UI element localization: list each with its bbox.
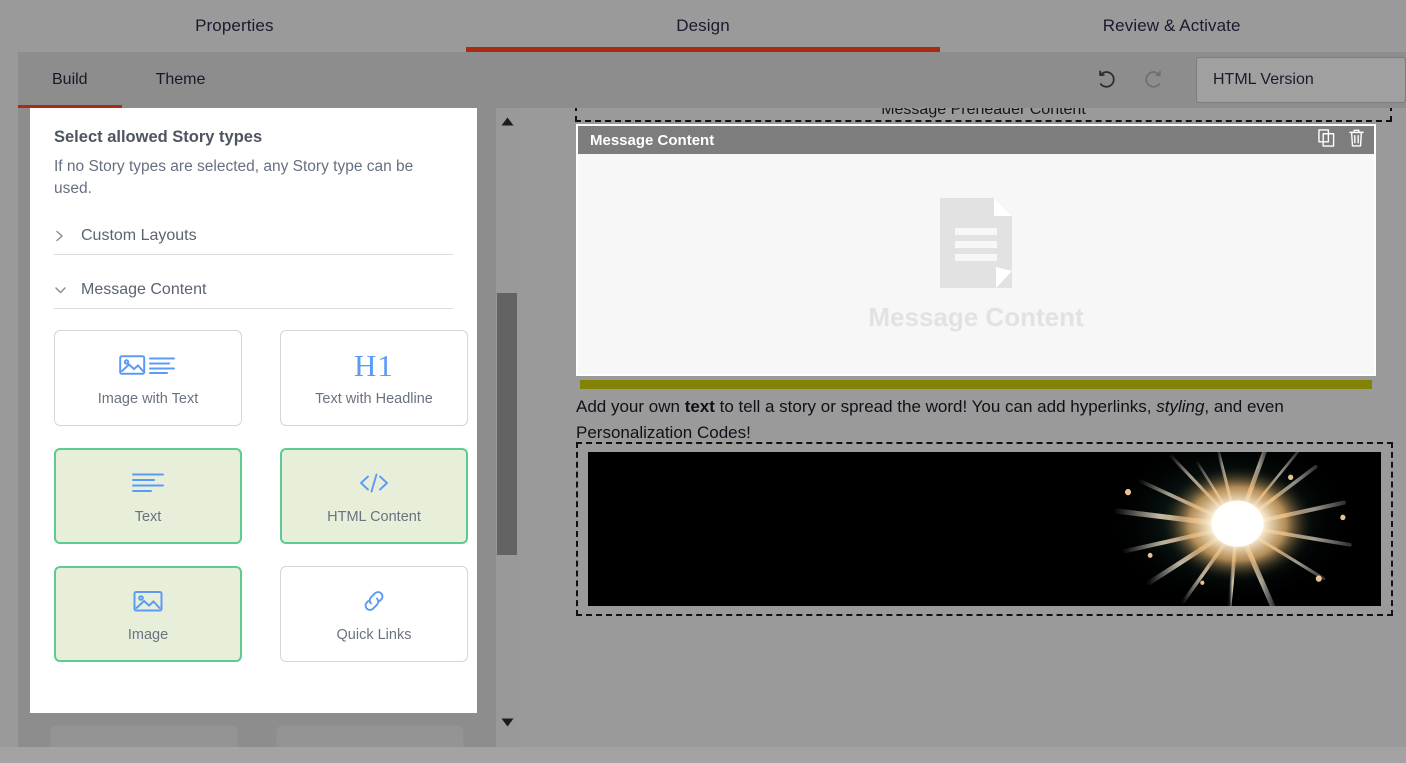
chevron-down-icon: [54, 284, 67, 296]
story-type-card-label: Text: [135, 509, 162, 525]
message-content-block-header: Message Content: [578, 126, 1374, 154]
panel-title: Select allowed Story types: [54, 128, 453, 147]
story-type-card-html-content[interactable]: HTML Content: [280, 448, 468, 544]
sparkler-fireworks-image: [588, 452, 1381, 606]
story-type-card-label: Image: [128, 627, 168, 643]
image-story-block[interactable]: [576, 442, 1393, 616]
tab-theme-label: Theme: [156, 71, 206, 89]
story-type-card-text-with-headline[interactable]: H1 Text with Headline: [280, 330, 468, 426]
build-panel-column: Select allowed Story types If no Story t…: [18, 108, 518, 747]
wizard-tab-design-label: Design: [676, 16, 730, 36]
h1-icon: H1: [354, 348, 394, 382]
wizard-step-tabs: Properties Design Review & Activate: [0, 0, 1406, 52]
design-toolbar: Build Theme HTML Ve: [18, 52, 1406, 108]
document-icon: [934, 195, 1018, 296]
text-lines-icon: [130, 466, 166, 500]
message-content-block-body: Message Content: [578, 154, 1374, 374]
wizard-tab-design[interactable]: Design: [469, 0, 938, 52]
story-type-card-quick-links[interactable]: Quick Links: [280, 566, 468, 662]
story-text-part1: Add your own: [576, 397, 685, 416]
group-message-content[interactable]: Message Content: [54, 281, 453, 309]
redo-icon: [1142, 69, 1164, 91]
story-type-card-image-with-text[interactable]: Image with Text: [54, 330, 242, 426]
scrollbar-thumb[interactable]: [497, 293, 517, 555]
divider-bar: [580, 380, 1372, 389]
link-icon: [360, 584, 388, 618]
html-version-select-value: HTML Version: [1213, 71, 1314, 89]
wizard-tab-properties[interactable]: Properties: [0, 0, 469, 52]
tab-build[interactable]: Build: [18, 52, 122, 108]
story-type-card-grid: Image with Text H1 Text with Headline Te…: [54, 330, 453, 662]
duplicate-icon[interactable]: [1318, 129, 1335, 152]
trash-icon[interactable]: [1349, 129, 1364, 152]
story-text-italic: styling: [1156, 397, 1204, 416]
message-content-block-actions: [1318, 129, 1364, 152]
scroll-up-arrow[interactable]: [496, 110, 518, 132]
story-type-card-image[interactable]: Image: [54, 566, 242, 662]
wizard-tab-review-activate-label: Review & Activate: [1103, 16, 1241, 36]
image-icon: [133, 584, 163, 618]
email-preview-canvas: Message Preheader Content Message Conten…: [518, 108, 1406, 747]
story-type-card-label: Quick Links: [337, 627, 412, 643]
message-content-placeholder-label: Message Content: [868, 302, 1083, 333]
wizard-tab-properties-label: Properties: [195, 16, 273, 36]
undo-button[interactable]: [1084, 52, 1130, 108]
image-with-text-icon: [119, 348, 177, 382]
story-text-bold: text: [685, 397, 715, 416]
preheader-block[interactable]: Message Preheader Content: [575, 108, 1392, 122]
story-type-card-partial[interactable]: [50, 725, 238, 747]
redo-button[interactable]: [1130, 52, 1176, 108]
story-type-card-label: HTML Content: [327, 509, 421, 525]
story-type-card-text[interactable]: Text: [54, 448, 242, 544]
story-type-card-label: Text with Headline: [315, 391, 433, 407]
chevron-right-icon: [54, 229, 67, 243]
scroll-down-arrow[interactable]: [496, 711, 518, 733]
story-type-card-grid-overflow: [30, 725, 477, 747]
story-type-card-partial[interactable]: [276, 725, 464, 747]
left-panel-scrollbar[interactable]: [496, 108, 518, 747]
message-content-block-title: Message Content: [590, 132, 714, 149]
story-type-card-label: Image with Text: [98, 391, 198, 407]
bottom-strip: [0, 747, 1406, 763]
group-message-content-label: Message Content: [81, 281, 206, 299]
undo-icon: [1096, 69, 1118, 91]
code-icon: [357, 466, 391, 500]
tab-theme[interactable]: Theme: [122, 52, 240, 108]
preheader-label: Message Preheader Content: [881, 108, 1086, 120]
story-text-part2: to tell a story or spread the word! You …: [715, 397, 1156, 416]
design-sub-tabs: Build Theme: [18, 52, 239, 108]
tab-build-label: Build: [52, 71, 88, 89]
story-text-block[interactable]: Add your own text to tell a story or spr…: [576, 394, 1376, 447]
group-custom-layouts-label: Custom Layouts: [81, 227, 197, 245]
wizard-tab-review-activate[interactable]: Review & Activate: [937, 0, 1406, 52]
group-custom-layouts[interactable]: Custom Layouts: [54, 227, 453, 255]
panel-subtitle: If no Story types are selected, any Stor…: [54, 156, 453, 201]
toolbar-actions: HTML Version: [1084, 52, 1406, 108]
html-version-select[interactable]: HTML Version: [1196, 57, 1406, 103]
message-content-block[interactable]: Message Content: [576, 124, 1376, 376]
story-type-picker-panel: Select allowed Story types If no Story t…: [30, 108, 477, 713]
